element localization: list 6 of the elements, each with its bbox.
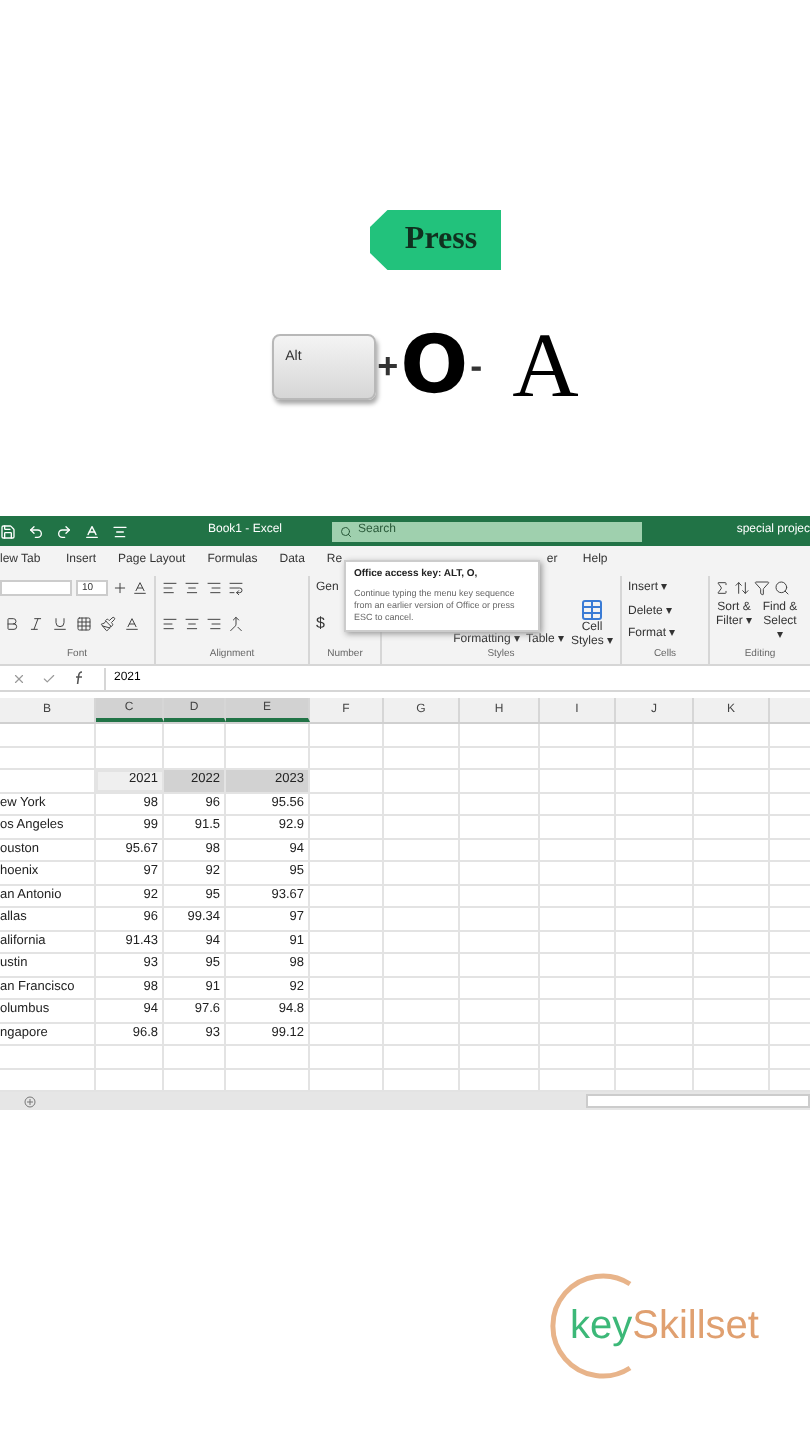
key-separator: - <box>470 348 483 384</box>
key-letter: O <box>400 326 469 406</box>
logo-text: keySkillset <box>570 1306 759 1346</box>
key-letter: A <box>512 320 579 412</box>
key-separator: + <box>377 348 399 384</box>
press-tag: Press <box>369 210 501 270</box>
